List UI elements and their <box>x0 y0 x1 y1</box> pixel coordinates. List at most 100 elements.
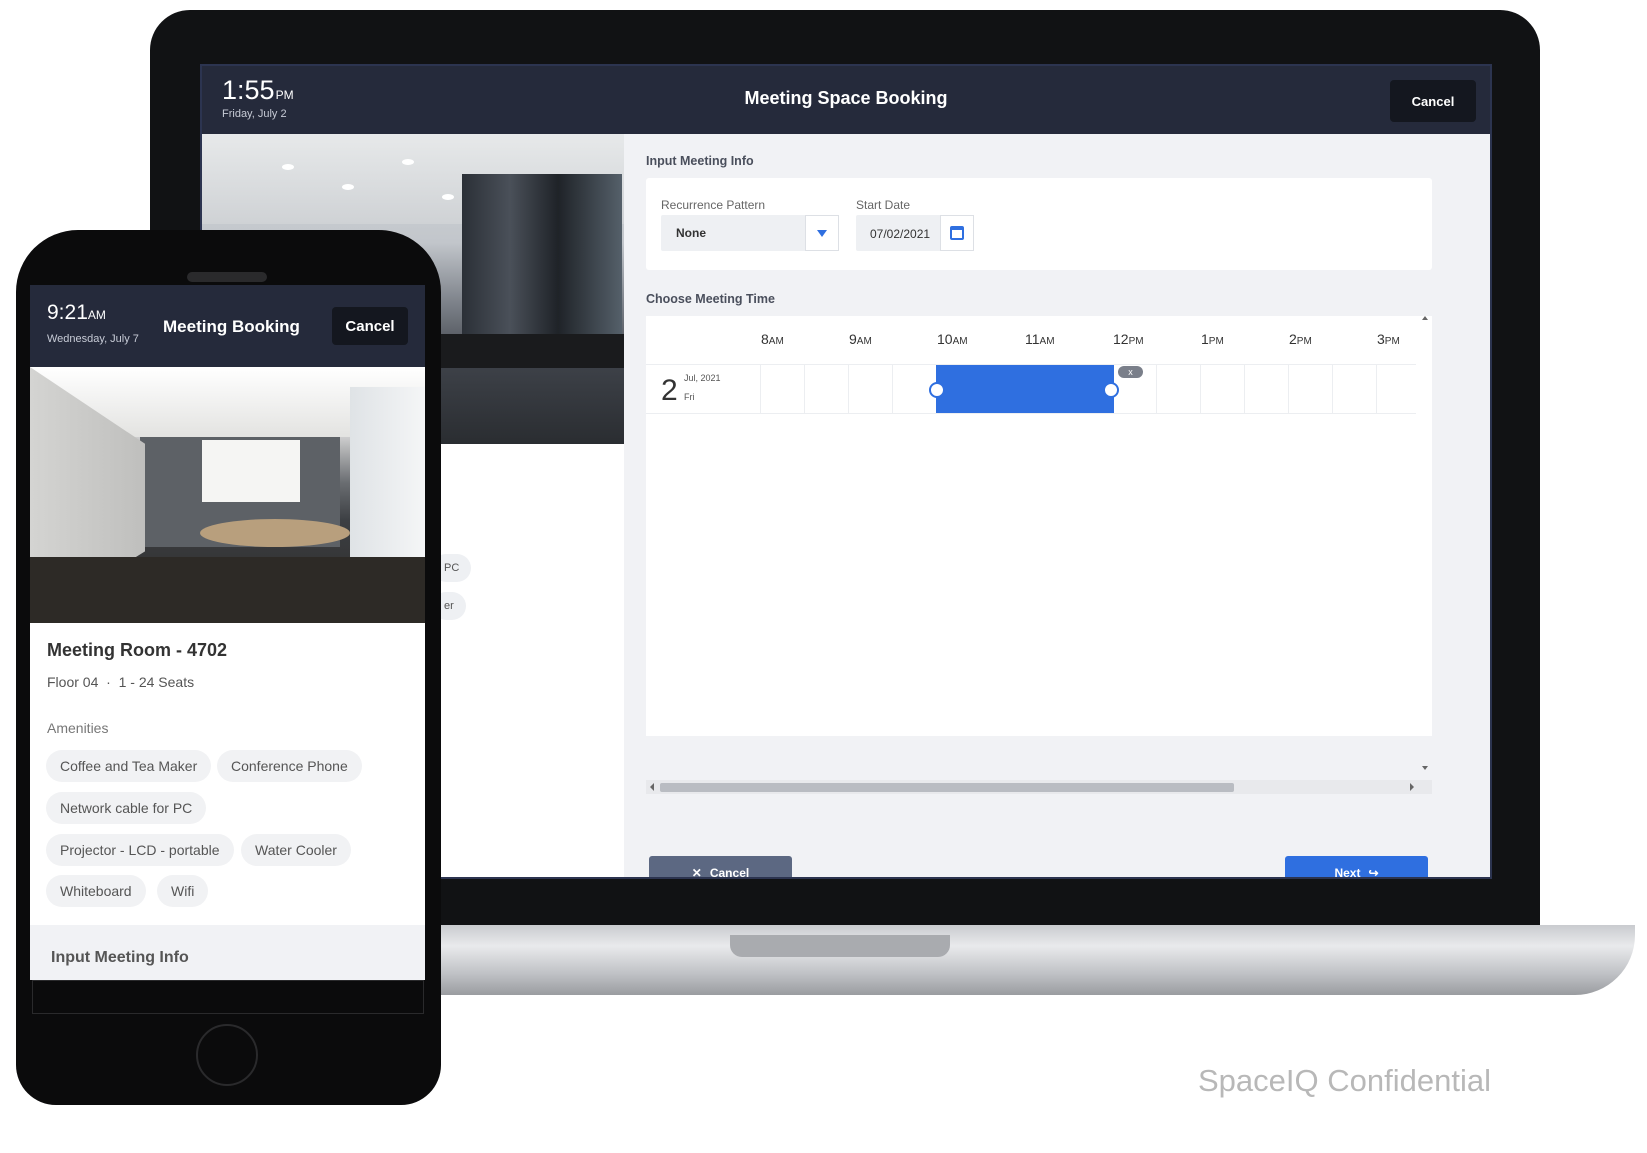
grid-line <box>760 364 761 414</box>
recurrence-label: Recurrence Pattern <box>661 198 766 212</box>
next-button[interactable]: Next ↪ <box>1285 856 1428 879</box>
phone-screen: 9:21AM Wednesday, July 7 Meeting Booking… <box>30 285 425 980</box>
confidential-footer: SpaceIQ Confidential <box>1198 1063 1491 1098</box>
phone-clock: 9:21AM <box>47 301 106 325</box>
booking-block[interactable] <box>936 365 1114 413</box>
photo-light <box>442 194 454 200</box>
hour-ampm: AM <box>952 336 968 347</box>
day-number: 2 <box>661 374 678 407</box>
room-seats: 1 - 24 Seats <box>118 674 195 690</box>
form-cancel-button[interactable]: ✕ Cancel <box>649 856 792 879</box>
phone-cancel-button[interactable]: Cancel <box>332 307 408 345</box>
photo-light <box>282 164 294 170</box>
grid-line <box>1200 364 1201 414</box>
grid-line <box>1376 364 1377 414</box>
amenity-chip-label: PC <box>444 562 460 574</box>
hour-ampm: AM <box>1039 336 1055 347</box>
day-month: Jul, 2021 <box>684 373 721 383</box>
hour-label: 8AM <box>761 331 784 347</box>
room-name: Meeting Room - 4702 <box>47 640 228 660</box>
amenity-chip: Coffee and Tea Maker <box>46 750 212 782</box>
hour-label: 10AM <box>937 331 968 347</box>
hour-label: 3PM <box>1377 331 1400 347</box>
scroll-right-icon[interactable] <box>1410 783 1414 791</box>
photo-table <box>200 519 350 547</box>
day-weekday: Fri <box>684 392 695 402</box>
scroll-up-icon[interactable] <box>1422 316 1428 320</box>
photo-table <box>414 334 624 368</box>
time-grid[interactable]: 8AM 9AM 10AM 11AM 12PM 1PM 2PM 3PM 2 Jul… <box>646 316 1432 736</box>
booking-start-handle[interactable] <box>929 382 945 398</box>
laptop-date: Friday, July 2 <box>222 108 287 120</box>
hour-ampm: AM <box>856 336 872 347</box>
photo-light <box>402 159 414 165</box>
meeting-info-card: Recurrence Pattern None Start Date 07/02… <box>646 178 1432 270</box>
amenity-chip: Network cable for PC <box>46 792 207 824</box>
amenity-chip: Conference Phone <box>217 750 362 782</box>
hour-ampm: PM <box>1208 336 1224 347</box>
hour-ampm: PM <box>1384 336 1400 347</box>
page-title: Meeting Space Booking <box>744 88 948 108</box>
photo-light <box>342 184 354 190</box>
hour-number: 10 <box>937 331 953 347</box>
photo-floor <box>30 557 425 623</box>
phone-header: 9:21AM Wednesday, July 7 Meeting Booking… <box>30 285 425 367</box>
redo-arrow-icon: ↪ <box>1368 866 1379 879</box>
phone-title: Meeting Booking <box>163 317 300 336</box>
phone-clock-ampm: AM <box>87 308 106 322</box>
horizontal-scrollbar[interactable] <box>646 780 1432 794</box>
hour-ampm: PM <box>1128 336 1144 347</box>
header-cancel-button[interactable]: Cancel <box>1390 80 1476 122</box>
booking-end-handle[interactable] <box>1103 382 1119 398</box>
input-info-label: Input Meeting Info <box>646 154 754 168</box>
scroll-left-icon[interactable] <box>650 783 654 791</box>
grid-line <box>1332 364 1333 414</box>
recurrence-dropdown-button[interactable] <box>805 215 839 251</box>
hour-number: 9 <box>849 331 857 347</box>
amenity-chip: Whiteboard <box>46 875 146 907</box>
chevron-down-icon <box>817 229 827 237</box>
hour-label: 1PM <box>1201 331 1224 347</box>
grid-line <box>848 364 849 414</box>
start-date-field[interactable]: 07/02/2021 <box>856 215 974 251</box>
calendar-button[interactable] <box>940 215 974 251</box>
room-subtitle: Floor 04 · 1 - 24 Seats <box>47 674 194 690</box>
hour-number: 11 <box>1025 331 1040 347</box>
phone-bottom-bezel <box>32 980 424 1014</box>
laptop-base <box>420 925 1635 995</box>
amenity-chip: Wifi <box>157 875 209 907</box>
grid-line <box>804 364 805 414</box>
start-date-label: Start Date <box>856 198 911 212</box>
calendar-icon <box>950 226 964 240</box>
hour-label: 11AM <box>1025 331 1055 347</box>
recurrence-select[interactable]: None <box>661 215 839 251</box>
amenity-chip: Water Cooler <box>241 834 351 866</box>
home-button[interactable] <box>196 1024 258 1086</box>
next-label: Next <box>1334 866 1361 879</box>
hour-number: 3 <box>1377 331 1385 347</box>
scrollbar-thumb[interactable] <box>660 783 1234 792</box>
booking-form: Input Meeting Info Recurrence Pattern No… <box>624 134 1490 879</box>
phone-clock-time: 9:21 <box>47 301 88 324</box>
hour-number: 8 <box>761 331 769 347</box>
hour-label: 12PM <box>1113 331 1144 347</box>
hour-number: 1 <box>1201 331 1209 347</box>
phone-input-info-label: Input Meeting Info <box>51 949 189 966</box>
phone-speaker <box>187 272 267 282</box>
laptop-header: 1:55PM Friday, July 2 Meeting Space Book… <box>202 66 1490 134</box>
remove-booking-button[interactable]: x <box>1118 366 1143 378</box>
hour-ampm: AM <box>768 336 784 347</box>
form-cancel-label: Cancel <box>709 866 750 879</box>
phone-date: Wednesday, July 7 <box>47 333 139 345</box>
grid-line <box>1244 364 1245 414</box>
room-floor: Floor 04 <box>47 674 99 690</box>
photo-whiteboard <box>202 440 300 502</box>
start-date-value: 07/02/2021 <box>870 227 931 241</box>
phone-room-photo <box>30 367 425 623</box>
grid-line <box>892 364 893 414</box>
grid-line <box>1288 364 1289 414</box>
amenity-chip: Projector - LCD - portable <box>46 834 234 866</box>
close-icon: ✕ <box>691 866 702 879</box>
amenities-label: Amenities <box>47 720 109 736</box>
scroll-down-icon[interactable] <box>1422 766 1428 770</box>
